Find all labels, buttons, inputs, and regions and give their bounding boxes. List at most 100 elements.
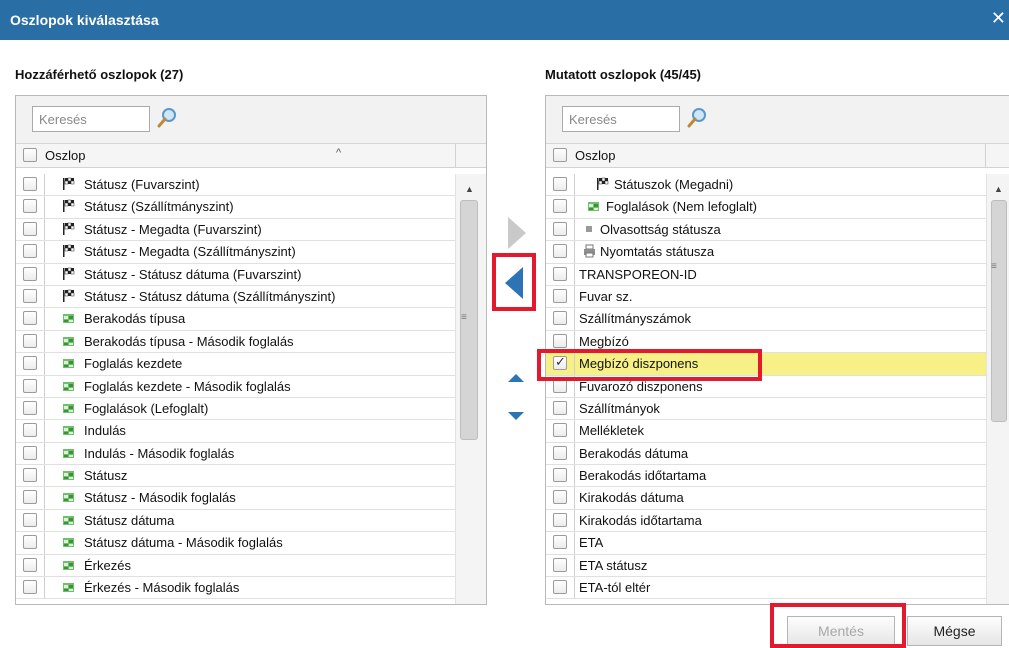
move-up-button[interactable] — [508, 374, 524, 382]
list-item-label: Indulás — [84, 423, 126, 439]
checkbox[interactable] — [553, 535, 567, 550]
list-item-label: Foglalás kezdete — [84, 356, 183, 372]
list-item-label: Foglalások (Lefoglalt) — [84, 400, 209, 416]
checkbox[interactable] — [553, 400, 567, 415]
checkbox[interactable] — [553, 244, 567, 259]
checkbox[interactable] — [23, 266, 37, 281]
checkbox[interactable] — [23, 535, 37, 550]
checkbox[interactable] — [553, 468, 567, 483]
checkbox[interactable] — [23, 445, 37, 460]
checkbox[interactable] — [23, 199, 37, 214]
checkbox[interactable] — [23, 378, 37, 393]
grip-icon: ≡ — [991, 261, 997, 272]
search-icon[interactable] — [687, 107, 707, 129]
close-icon[interactable]: ✕ — [991, 8, 1006, 29]
checkbox[interactable] — [23, 177, 37, 191]
move-down-button[interactable] — [508, 412, 524, 420]
list-item[interactable]: Foglalások (Nem lefoglalt) — [546, 196, 1009, 219]
search-input[interactable] — [562, 106, 680, 132]
list-item[interactable]: Indulás — [16, 420, 486, 443]
checkbox[interactable] — [23, 244, 37, 259]
checkbox[interactable] — [553, 177, 567, 191]
list-item[interactable]: Mellékletek — [546, 420, 1009, 443]
list-item[interactable]: Státusz - Megadta (Szállítmányszint) — [16, 241, 486, 264]
checkbox[interactable] — [23, 512, 37, 527]
list-item[interactable]: Olvasottság státusza — [546, 218, 1009, 242]
list-item[interactable]: Érkezés - Második foglalás — [16, 577, 486, 600]
checkbox[interactable] — [553, 445, 567, 460]
list-item[interactable]: Szállítmányszámok — [546, 308, 1009, 331]
list-item[interactable]: Kirakodás dátuma — [546, 487, 1009, 510]
list-item[interactable]: Státusz - Második foglalás — [16, 487, 486, 510]
list-item[interactable]: Foglalások (Lefoglalt) — [16, 397, 486, 421]
list-item[interactable]: Státusz - Státusz dátuma (Szállítmányszi… — [16, 285, 486, 309]
checkbox[interactable] — [23, 356, 37, 371]
checkbox[interactable] — [23, 490, 37, 505]
checkbox[interactable] — [553, 580, 567, 595]
checkbox[interactable] — [553, 333, 567, 348]
list-item[interactable]: Státusz (Szállítmányszint) — [16, 196, 486, 219]
list-item[interactable]: Berakodás dátuma — [546, 442, 1009, 466]
list-item[interactable]: Indulás - Második foglalás — [16, 442, 486, 466]
list-item[interactable]: Foglalás kezdete — [16, 353, 486, 376]
checkbox[interactable] — [553, 311, 567, 326]
checkbox[interactable] — [553, 199, 567, 214]
select-all-checkbox[interactable] — [553, 148, 567, 162]
list-item[interactable]: Státusz dátuma — [16, 509, 486, 533]
list-item[interactable]: Státuszok (Megadni) — [546, 174, 1009, 197]
list-item[interactable]: Nyomtatás státusza — [546, 241, 1009, 264]
move-right-button[interactable] — [508, 217, 526, 249]
list-item[interactable]: Kirakodás időtartama — [546, 509, 1009, 533]
checkbox[interactable] — [23, 580, 37, 595]
flag-icon — [596, 177, 609, 191]
checkbox[interactable] — [553, 221, 567, 236]
list-item[interactable]: Státusz - Státusz dátuma (Fuvarszint) — [16, 263, 486, 286]
list-item[interactable]: Szállítmányok — [546, 397, 1009, 421]
available-columns-list: Státusz (Fuvarszint) Státusz (Szállítmány… — [16, 174, 486, 600]
list-item[interactable]: ETA — [546, 532, 1009, 555]
scrollbar-thumb[interactable] — [991, 200, 1007, 422]
checkbox[interactable] — [23, 400, 37, 415]
column-header[interactable]: Oszlop — [546, 144, 1009, 168]
list-item[interactable]: Berakodás típusa — [16, 308, 486, 331]
search-input[interactable] — [32, 106, 150, 132]
checkbox[interactable] — [553, 512, 567, 527]
cell-divider — [44, 532, 45, 554]
list-item[interactable]: Fuvar sz. — [546, 285, 1009, 309]
sort-asc-icon[interactable]: ^ — [336, 147, 341, 159]
select-all-checkbox[interactable] — [23, 148, 37, 162]
checkbox[interactable] — [23, 221, 37, 236]
cancel-button[interactable]: Mégse — [907, 616, 1002, 646]
list-item[interactable]: Foglalás kezdete - Második foglalás — [16, 375, 486, 398]
vertical-scrollbar[interactable]: ▲ ≡ ▼ — [986, 174, 1009, 604]
checkbox[interactable] — [23, 423, 37, 438]
search-icon[interactable] — [157, 107, 177, 129]
checkbox[interactable] — [23, 311, 37, 326]
column-header[interactable]: Oszlop ^ — [16, 144, 486, 168]
list-item[interactable]: TRANSPOREON-ID — [546, 263, 1009, 286]
list-item[interactable]: Érkezés — [16, 554, 486, 578]
vertical-scrollbar[interactable]: ▲ ≡ ▼ — [455, 174, 486, 604]
list-item[interactable]: ETA-tól eltér — [546, 577, 1009, 600]
checkbox[interactable] — [553, 288, 567, 303]
header-divider — [455, 144, 456, 168]
list-item[interactable]: Státusz - Megadta (Fuvarszint) — [16, 218, 486, 242]
list-item[interactable]: Státusz dátuma - Második foglalás — [16, 532, 486, 555]
checkbox[interactable] — [23, 468, 37, 483]
read-status-icon — [583, 222, 596, 236]
checkbox[interactable] — [553, 490, 567, 505]
list-item[interactable]: Berakodás típusa - Második foglalás — [16, 330, 486, 354]
list-item[interactable]: ETA státusz — [546, 554, 1009, 578]
scroll-up-icon[interactable]: ▲ — [994, 184, 1003, 194]
dialog-title: Oszlopok kiválasztása — [10, 12, 159, 28]
scroll-up-icon[interactable]: ▲ — [465, 184, 474, 194]
checkbox[interactable] — [553, 423, 567, 438]
checkbox[interactable] — [23, 333, 37, 348]
list-item[interactable]: Státusz — [16, 465, 486, 488]
checkbox[interactable] — [553, 557, 567, 572]
checkbox[interactable] — [553, 266, 567, 281]
checkbox[interactable] — [23, 288, 37, 303]
list-item[interactable]: Berakodás időtartama — [546, 465, 1009, 488]
checkbox[interactable] — [23, 557, 37, 572]
list-item[interactable]: Státusz (Fuvarszint) — [16, 174, 486, 197]
